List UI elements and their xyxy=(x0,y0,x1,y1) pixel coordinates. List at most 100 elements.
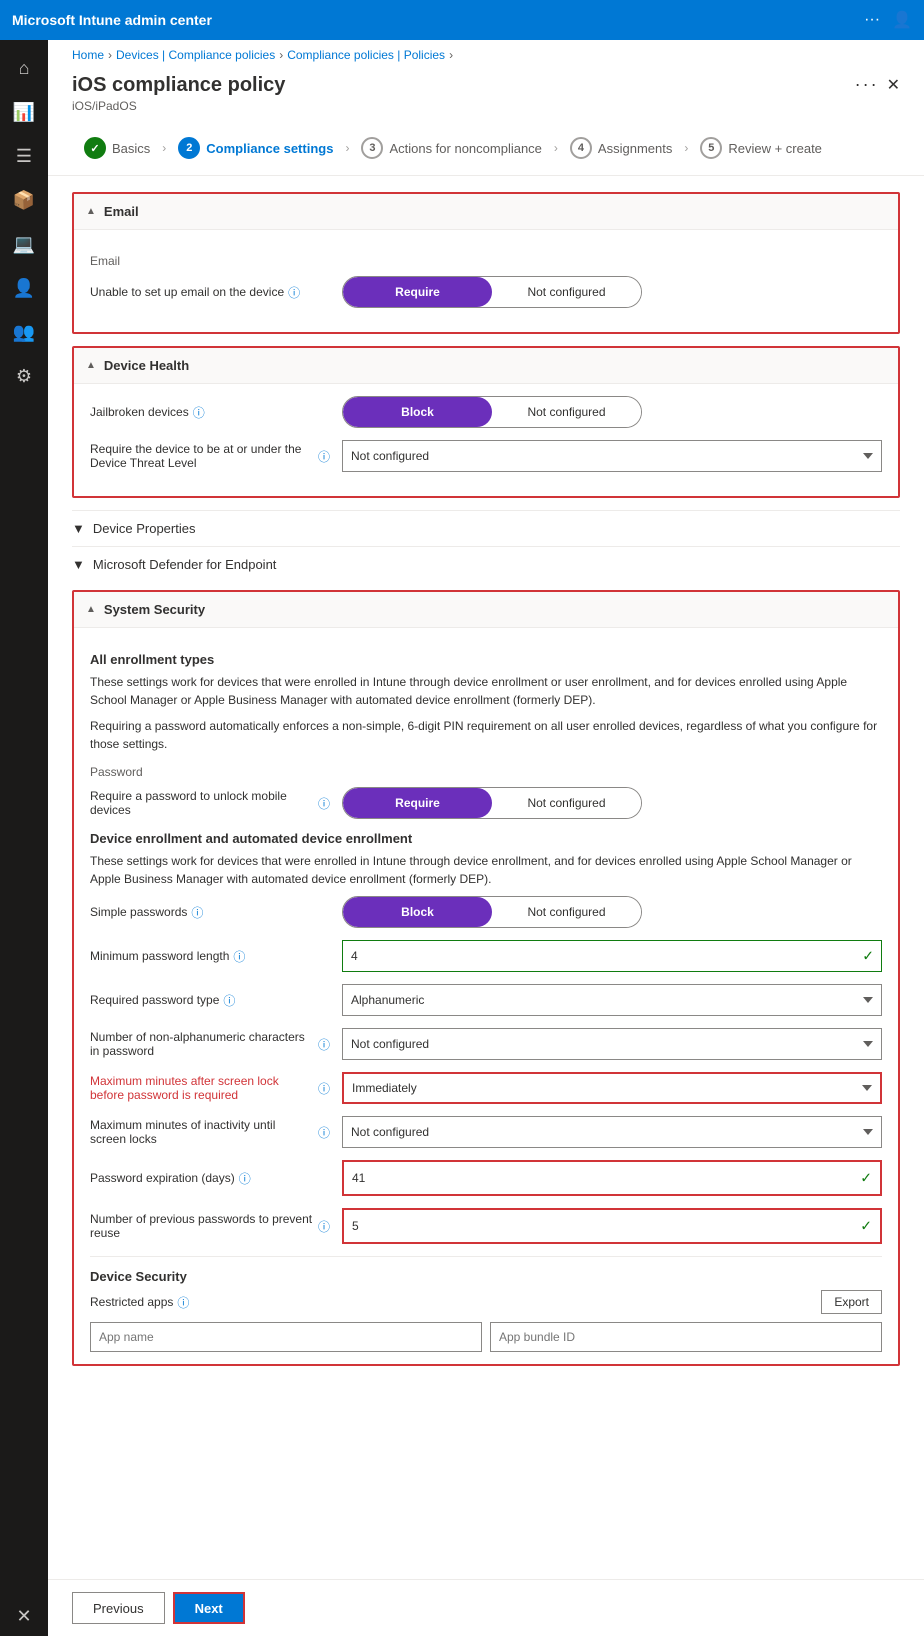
system-security-header[interactable]: ▲ System Security xyxy=(74,592,898,628)
screen-lock-select-area: Not configured Immediately 1 minute 5 mi… xyxy=(342,1072,882,1104)
defender-section[interactable]: ▼ Microsoft Defender for Endpoint xyxy=(72,546,900,582)
app-title: Microsoft Intune admin center xyxy=(12,12,864,28)
password-expiration-label: Password expiration (days) ⓘ xyxy=(90,1170,330,1187)
step-compliance[interactable]: 2 Compliance settings xyxy=(166,133,345,163)
email-require-btn[interactable]: Require xyxy=(343,277,492,307)
inactivity-select[interactable]: Not configured 1 minute 2 minutes 3 minu… xyxy=(342,1116,882,1148)
sidebar-item-users[interactable]: 👤 xyxy=(4,268,44,308)
sidebar-item-home[interactable]: ⌂ xyxy=(4,48,44,88)
device-health-section: ▲ Device Health Jailbroken devices ⓘ Blo… xyxy=(72,346,900,498)
screen-lock-info-icon[interactable]: ⓘ xyxy=(318,1080,330,1097)
nonalpha-info-icon[interactable]: ⓘ xyxy=(318,1036,330,1053)
password-type-select[interactable]: Not configured Alphanumeric Numeric xyxy=(342,984,882,1016)
password-type-info-icon[interactable]: ⓘ xyxy=(223,992,235,1009)
require-password-notconfigured-btn[interactable]: Not configured xyxy=(492,788,641,818)
app-name-input[interactable] xyxy=(90,1322,482,1352)
nonalpha-select[interactable]: Not configured 1 2 3 4 xyxy=(342,1028,882,1060)
jailbroken-toggle: Block Not configured xyxy=(342,396,642,428)
email-section-label: Email xyxy=(104,204,139,219)
system-security-chevron-icon: ▲ xyxy=(86,604,96,615)
system-security-body: All enrollment types These settings work… xyxy=(74,628,898,1364)
password-exp-info-icon[interactable]: ⓘ xyxy=(239,1170,251,1187)
export-button[interactable]: Export xyxy=(821,1290,882,1314)
require-password-toggle-area: Require Not configured xyxy=(342,787,882,819)
jailbroken-notconfigured-btn[interactable]: Not configured xyxy=(492,397,641,427)
device-enrollment-header: Device enrollment and automated device e… xyxy=(90,831,882,846)
sidebar-item-close[interactable]: ✕ xyxy=(4,1596,44,1636)
step-num-2: 2 xyxy=(178,137,200,159)
step-assignments[interactable]: 4 Assignments xyxy=(558,133,684,163)
screen-lock-minutes-label: Maximum minutes after screen lock before… xyxy=(90,1074,330,1102)
step-noncompliance[interactable]: 3 Actions for noncompliance xyxy=(349,133,553,163)
prev-passwords-input-wrapper: ✓ xyxy=(342,1208,882,1244)
email-notconfigured-btn[interactable]: Not configured xyxy=(492,277,641,307)
require-password-label: Require a password to unlock mobile devi… xyxy=(90,789,330,817)
wizard-steps: ✓ Basics › 2 Compliance settings › 3 Act… xyxy=(48,121,924,176)
prev-passwords-info-icon[interactable]: ⓘ xyxy=(318,1218,330,1235)
page-header-actions: ··· ✕ xyxy=(855,74,900,95)
bottom-nav: Previous Next xyxy=(48,1579,924,1636)
simple-passwords-info-icon[interactable]: ⓘ xyxy=(191,904,203,921)
email-toggle-area: Require Not configured xyxy=(342,276,882,308)
all-enrollment-desc2: Requiring a password automatically enfor… xyxy=(90,717,882,753)
next-button[interactable]: Next xyxy=(173,1592,245,1624)
breadcrumb-compliance-policies[interactable]: Devices | Compliance policies xyxy=(116,48,275,62)
sidebar-item-menu[interactable]: ☰ xyxy=(4,136,44,176)
simple-passwords-block-btn[interactable]: Block xyxy=(343,897,492,927)
screen-lock-select[interactable]: Not configured Immediately 1 minute 5 mi… xyxy=(342,1072,882,1104)
step-label-assignments: Assignments xyxy=(598,141,672,156)
previous-button[interactable]: Previous xyxy=(72,1592,165,1624)
avatar-icon[interactable]: 👤 xyxy=(892,10,912,30)
password-type-select-area: Not configured Alphanumeric Numeric xyxy=(342,984,882,1016)
step-review[interactable]: 5 Review + create xyxy=(688,133,834,163)
top-bar: Microsoft Intune admin center ··· 👤 xyxy=(0,0,924,40)
device-properties-chevron-icon: ▼ xyxy=(72,521,85,536)
require-password-info-icon[interactable]: ⓘ xyxy=(318,795,330,812)
more-icon[interactable]: ··· xyxy=(864,11,880,29)
password-expiration-input[interactable] xyxy=(344,1162,880,1194)
step-num-5: 5 xyxy=(700,137,722,159)
device-health-header[interactable]: ▲ Device Health xyxy=(74,348,898,384)
breadcrumb-policies[interactable]: Compliance policies | Policies xyxy=(287,48,445,62)
email-section-header[interactable]: ▲ Email xyxy=(74,194,898,230)
breadcrumb-home[interactable]: Home xyxy=(72,48,104,62)
device-health-body: Jailbroken devices ⓘ Block Not configure… xyxy=(74,384,898,496)
jailbroken-info-icon[interactable]: ⓘ xyxy=(193,404,205,421)
password-type-label: Required password type ⓘ xyxy=(90,992,330,1009)
page-subtitle: iOS/iPadOS xyxy=(72,99,285,113)
sidebar-item-settings[interactable]: ⚙ xyxy=(4,356,44,396)
min-password-length-row: Minimum password length ⓘ ✓ xyxy=(90,940,882,972)
min-password-input[interactable] xyxy=(342,940,882,972)
sidebar-item-apps[interactable]: 📦 xyxy=(4,180,44,220)
sidebar-item-groups[interactable]: 👥 xyxy=(4,312,44,352)
jailbroken-block-btn[interactable]: Block xyxy=(343,397,492,427)
email-info-icon[interactable]: ⓘ xyxy=(288,284,300,301)
password-exp-check-icon: ✓ xyxy=(860,1170,872,1187)
inactivity-info-icon[interactable]: ⓘ xyxy=(318,1124,330,1141)
simple-passwords-row: Simple passwords ⓘ Block Not configured xyxy=(90,896,882,928)
threat-level-select[interactable]: Not configured Secured Low Medium High xyxy=(342,440,882,472)
sidebar-item-devices[interactable]: 💻 xyxy=(4,224,44,264)
page-close-button[interactable]: ✕ xyxy=(887,75,900,95)
min-password-input-area: ✓ xyxy=(342,940,882,972)
threat-level-row: Require the device to be at or under the… xyxy=(90,440,882,472)
page-more-button[interactable]: ··· xyxy=(855,74,879,95)
app-bundle-id-input[interactable] xyxy=(490,1322,882,1352)
threat-level-info-icon[interactable]: ⓘ xyxy=(318,448,330,465)
inactivity-minutes-row: Maximum minutes of inactivity until scre… xyxy=(90,1116,882,1148)
breadcrumb: Home › Devices | Compliance policies › C… xyxy=(48,40,924,70)
sidebar-item-dashboard[interactable]: 📊 xyxy=(4,92,44,132)
min-password-info-icon[interactable]: ⓘ xyxy=(233,948,245,965)
inactivity-select-area: Not configured 1 minute 2 minutes 3 minu… xyxy=(342,1116,882,1148)
prev-passwords-input[interactable] xyxy=(344,1210,880,1242)
require-password-row: Require a password to unlock mobile devi… xyxy=(90,787,882,819)
form-area: ▲ Email Email Unable to set up email on … xyxy=(48,176,924,1579)
jailbroken-label: Jailbroken devices ⓘ xyxy=(90,404,330,421)
simple-passwords-notconfigured-btn[interactable]: Not configured xyxy=(492,897,641,927)
step-basics[interactable]: ✓ Basics xyxy=(72,133,162,163)
system-security-label: System Security xyxy=(104,602,205,617)
restricted-apps-info-icon[interactable]: ⓘ xyxy=(177,1294,189,1311)
require-password-require-btn[interactable]: Require xyxy=(343,788,492,818)
email-section: ▲ Email Email Unable to set up email on … xyxy=(72,192,900,334)
device-properties-section[interactable]: ▼ Device Properties xyxy=(72,510,900,546)
